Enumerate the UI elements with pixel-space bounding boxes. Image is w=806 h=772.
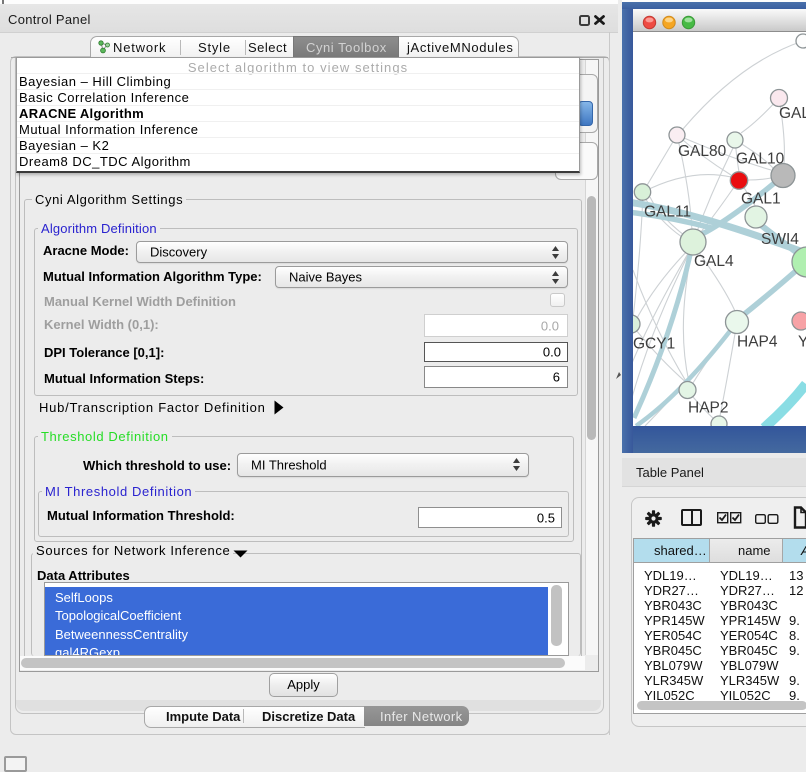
svg-text:SWI4: SWI4: [761, 231, 799, 248]
svg-text:HAP4: HAP4: [737, 334, 778, 351]
svg-text:GAL4: GAL4: [694, 253, 734, 270]
svg-text:Y: Y: [798, 334, 806, 351]
svg-text:GAL1: GAL1: [741, 191, 781, 208]
svg-text:GCY1: GCY1: [633, 336, 675, 353]
svg-text:GAL7: GAL7: [779, 105, 806, 122]
svg-text:GAL80: GAL80: [678, 143, 727, 160]
svg-text:HAP2: HAP2: [688, 400, 729, 417]
svg-text:GAL10: GAL10: [736, 151, 785, 168]
svg-text:GAL11: GAL11: [644, 204, 691, 221]
